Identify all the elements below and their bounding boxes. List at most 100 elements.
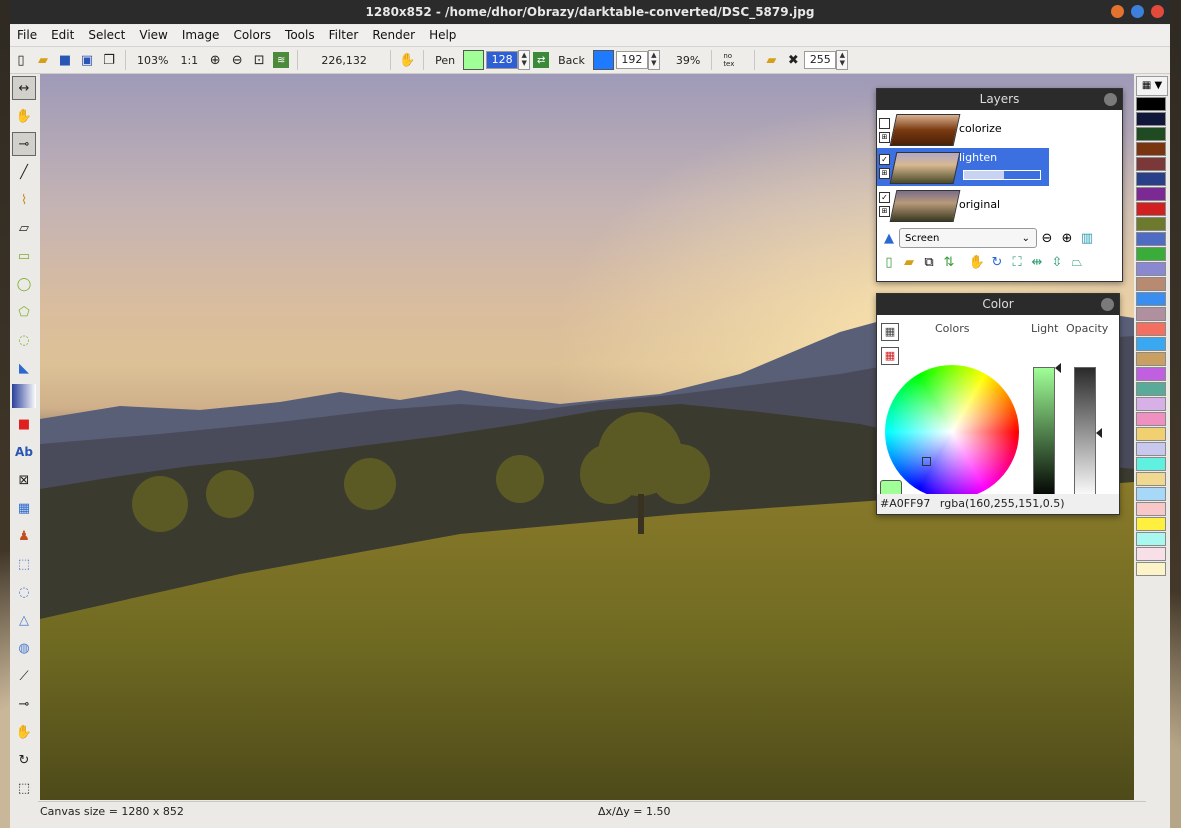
- palette-swatch[interactable]: [1136, 382, 1166, 396]
- checker-tool-icon[interactable]: ▦: [12, 496, 36, 520]
- save-icon[interactable]: ■: [57, 52, 73, 68]
- color-panel-close-button[interactable]: [1101, 298, 1114, 311]
- alpha-value[interactable]: 255: [804, 51, 837, 69]
- menu-select[interactable]: Select: [81, 25, 132, 46]
- open-folder-icon[interactable]: ▰: [35, 52, 51, 68]
- palette-swatch[interactable]: [1136, 292, 1166, 306]
- polygon-tool-icon[interactable]: ⬠: [12, 300, 36, 324]
- pen-color-swatch[interactable]: [463, 50, 485, 70]
- wheel-cursor[interactable]: [922, 457, 931, 466]
- poly-select-icon[interactable]: △: [12, 608, 36, 632]
- back-stepper-arrows-icon[interactable]: ▲ ▼: [647, 50, 660, 70]
- palette-swatch[interactable]: [1136, 142, 1166, 156]
- zoom-in-icon[interactable]: ⊕: [1059, 230, 1075, 246]
- palette-swatch[interactable]: [1136, 457, 1166, 471]
- menu-colors[interactable]: Colors: [226, 25, 278, 46]
- zoom-out-icon[interactable]: ⊖: [1039, 230, 1055, 246]
- color-mixer-icon[interactable]: ▦: [881, 347, 899, 365]
- layers-toggle-icon[interactable]: ≋: [273, 52, 290, 68]
- palette-swatch[interactable]: [1136, 352, 1166, 366]
- menu-help[interactable]: Help: [422, 25, 463, 46]
- palette-swatch[interactable]: [1136, 217, 1166, 231]
- pen-stepper-arrows-icon[interactable]: ▲ ▼: [518, 50, 531, 70]
- text-tool-icon[interactable]: Ab: [12, 440, 36, 464]
- layer-opacity-bar[interactable]: [963, 170, 1041, 180]
- layer-grid-icon[interactable]: ⊞: [879, 168, 890, 179]
- color-picker-icon[interactable]: ⊸: [12, 132, 36, 156]
- palette-swatch[interactable]: [1136, 172, 1166, 186]
- eraser-tool-icon[interactable]: ▱: [12, 216, 36, 240]
- minimize-button[interactable]: [1111, 5, 1124, 18]
- layer-row-lighten[interactable]: ✓ ⊞ lighten: [877, 148, 1049, 186]
- stamp-tool-icon[interactable]: ♟: [12, 524, 36, 548]
- pen-value-stepper[interactable]: 128 ▲ ▼: [486, 50, 531, 70]
- filled-rect-icon[interactable]: ■: [12, 412, 36, 436]
- palette-swatch[interactable]: [1136, 562, 1166, 576]
- menu-filter[interactable]: Filter: [322, 25, 366, 46]
- texture-folder-icon[interactable]: ▰: [763, 52, 779, 68]
- trash-icon[interactable]: ▥: [1079, 230, 1095, 246]
- color-hex[interactable]: #A0FF97: [880, 497, 930, 510]
- merge-layer-icon[interactable]: ⇅: [941, 254, 957, 270]
- blend-mode-select[interactable]: Screen ⌄: [899, 228, 1037, 248]
- palette-swatch[interactable]: [1136, 187, 1166, 201]
- lasso-select-icon[interactable]: ◍: [12, 636, 36, 660]
- palette-swatch[interactable]: [1136, 367, 1166, 381]
- palette-swatch[interactable]: [1136, 517, 1166, 531]
- rect-select-icon[interactable]: ⬚: [12, 552, 36, 576]
- no-texture-label[interactable]: no tex: [717, 52, 749, 68]
- layer-row-original[interactable]: ✓ ⊞ original: [877, 186, 1049, 224]
- open-layer-icon[interactable]: ▰: [901, 254, 917, 270]
- close-button[interactable]: [1151, 5, 1164, 18]
- speech-shape-icon[interactable]: ◌: [12, 328, 36, 352]
- color-select-icon[interactable]: ⊸: [12, 692, 36, 716]
- palette-swatch[interactable]: [1136, 112, 1166, 126]
- palette-swatch[interactable]: [1136, 442, 1166, 456]
- palette-swatch[interactable]: [1136, 97, 1166, 111]
- flip-horizontal-icon[interactable]: ⇹: [1029, 254, 1045, 270]
- palette-swatch[interactable]: [1136, 127, 1166, 141]
- palette-swatch[interactable]: [1136, 322, 1166, 336]
- palette-swatch[interactable]: [1136, 337, 1166, 351]
- resize-layer-icon[interactable]: ⛶: [1009, 254, 1025, 270]
- layer-visibility-checkbox[interactable]: ✓: [879, 154, 890, 165]
- swap-colors-icon[interactable]: ⇄: [533, 52, 550, 68]
- layer-visibility-checkbox[interactable]: ✓: [879, 192, 890, 203]
- menu-file[interactable]: File: [10, 25, 44, 46]
- light-slider[interactable]: [1033, 367, 1055, 499]
- layers-panel-close-button[interactable]: [1104, 93, 1117, 106]
- rectangle-tool-icon[interactable]: ▭: [12, 244, 36, 268]
- menu-tools[interactable]: Tools: [278, 25, 322, 46]
- palette-swatch[interactable]: [1136, 277, 1166, 291]
- palette-swatch[interactable]: [1136, 157, 1166, 171]
- layer-visibility-checkbox[interactable]: [879, 118, 890, 129]
- layer-hand-icon[interactable]: ✋: [969, 254, 985, 270]
- palette-swatch[interactable]: [1136, 487, 1166, 501]
- flip-vertical-icon[interactable]: ⇳: [1049, 254, 1065, 270]
- blend-drop-icon[interactable]: ▲: [881, 230, 897, 246]
- back-value[interactable]: 192: [615, 51, 648, 69]
- zoom-out-icon[interactable]: ⊖: [229, 52, 245, 68]
- color-grid-icon[interactable]: ▦: [881, 323, 899, 341]
- menu-view[interactable]: View: [132, 25, 174, 46]
- palette-swatch[interactable]: [1136, 502, 1166, 516]
- pan-hand-icon[interactable]: ✋: [399, 52, 415, 68]
- rotate-layer-icon[interactable]: ↻: [989, 254, 1005, 270]
- magic-wand-icon[interactable]: ⟋: [12, 664, 36, 688]
- gradient-tool-icon[interactable]: [12, 384, 36, 408]
- new-file-icon[interactable]: ▯: [13, 52, 29, 68]
- opacity-slider[interactable]: [1074, 367, 1096, 499]
- palette-menu-button[interactable]: ▦ ▼: [1136, 76, 1168, 96]
- palette-swatch[interactable]: [1136, 412, 1166, 426]
- hand-tool-icon[interactable]: ✋: [12, 104, 36, 128]
- ellipse-tool-icon[interactable]: ◯: [12, 272, 36, 296]
- layer-grid-icon[interactable]: ⊞: [879, 132, 890, 143]
- palette-swatch[interactable]: [1136, 307, 1166, 321]
- palette-swatch[interactable]: [1136, 262, 1166, 276]
- deform-tool-icon[interactable]: ⊠: [12, 468, 36, 492]
- light-slider-handle[interactable]: [1055, 363, 1061, 373]
- color-panel-title-bar[interactable]: Color: [877, 294, 1119, 315]
- palette-swatch[interactable]: [1136, 397, 1166, 411]
- perspective-icon[interactable]: ⏢: [1069, 254, 1085, 270]
- hand-select-icon[interactable]: ✋: [12, 720, 36, 744]
